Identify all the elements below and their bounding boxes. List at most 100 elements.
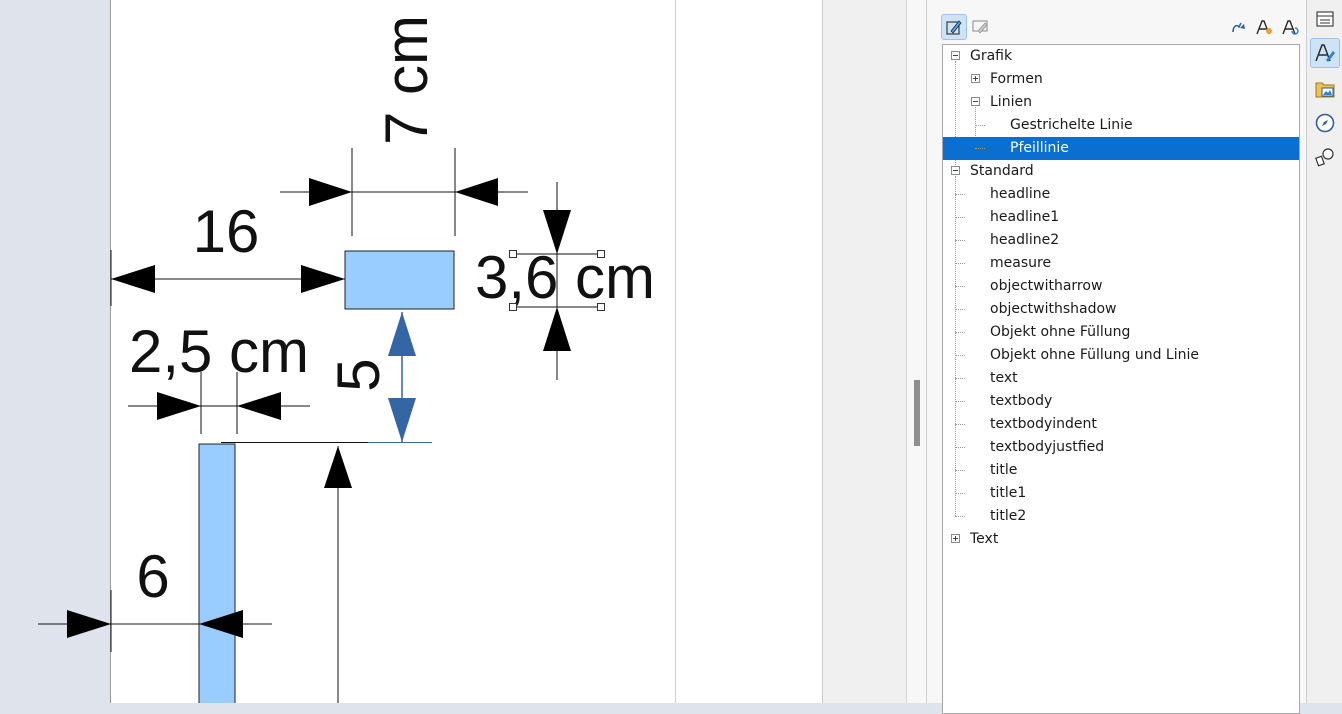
arrow-line[interactable]	[324, 446, 352, 703]
dimension-line-6[interactable]: 6	[38, 543, 272, 652]
styles-sidebar-panel: Grafik Formen Linien Gestrichelte Linie Pfei…	[926, 0, 1306, 714]
style-tree-item[interactable]: headline1	[943, 206, 1299, 229]
tree-connector	[955, 217, 965, 218]
style-tree-item-label: Formen	[990, 71, 1043, 87]
drawing-layer[interactable]: 7 cm 16 3,6 cm 2,5 cm 5 6	[0, 0, 822, 703]
dimension-label-2-5cm: 2,5 cm	[129, 318, 309, 385]
style-tree-item[interactable]: title	[943, 459, 1299, 482]
style-tree-item-label: textbodyjustfied	[990, 439, 1105, 455]
fill-format-mode-button[interactable]	[1225, 14, 1251, 40]
style-tree-item-label: headline2	[990, 232, 1060, 248]
dimension-line-3-6cm[interactable]: 3,6 cm	[475, 182, 655, 380]
style-tree-item-label: title	[990, 462, 1018, 478]
style-tree-item-label: textbody	[990, 393, 1053, 409]
style-tree-item[interactable]: measure	[943, 252, 1299, 275]
tree-connector	[955, 240, 965, 241]
tree-connector	[955, 424, 965, 425]
tree-connector	[955, 286, 965, 287]
splitter-grip[interactable]	[914, 380, 920, 446]
dimension-label-3-6cm: 3,6 cm	[475, 244, 655, 311]
new-style-from-selection-button[interactable]	[1251, 14, 1277, 40]
shapes-icon	[1315, 148, 1334, 167]
tree-connector	[955, 309, 965, 310]
styles-icon	[1315, 44, 1335, 62]
style-tree-item-label: title2	[990, 508, 1027, 524]
gallery-icon	[1315, 82, 1335, 98]
style-tree-item-label: Pfeillinie	[1010, 140, 1069, 156]
style-tree-item[interactable]: Text	[943, 528, 1299, 551]
style-tree-item-label: Text	[970, 531, 999, 547]
tree-connector	[955, 332, 965, 333]
tree-connector	[955, 493, 965, 494]
tree-connector	[955, 447, 965, 448]
navigator-icon	[1315, 113, 1335, 133]
style-tree-item[interactable]: textbodyindent	[943, 413, 1299, 436]
style-tree-item[interactable]: objectwitharrow	[943, 275, 1299, 298]
dimension-line-7cm[interactable]: 7 cm	[280, 15, 528, 236]
style-tree-item[interactable]: text	[943, 367, 1299, 390]
dimension-line-16[interactable]: 16	[110, 198, 345, 306]
style-tree-item[interactable]: headline2	[943, 229, 1299, 252]
style-tree-item[interactable]: title1	[943, 482, 1299, 505]
selection-handle[interactable]	[509, 250, 517, 258]
drawing-styles-button[interactable]	[941, 14, 967, 40]
drawing-styles-icon	[946, 20, 962, 35]
tree-connector	[955, 401, 965, 402]
tree-connector	[955, 194, 965, 195]
style-tree-item-label: Objekt ohne Füllung	[990, 324, 1131, 340]
expand-plus-icon[interactable]	[971, 74, 980, 83]
tree-connector	[975, 125, 985, 126]
style-tree-item[interactable]: Objekt ohne Füllung und Linie	[943, 344, 1299, 367]
style-tree-item[interactable]: objectwithshadow	[943, 298, 1299, 321]
collapse-minus-icon[interactable]	[951, 166, 960, 175]
style-tree-item[interactable]: Pfeillinie	[943, 137, 1299, 160]
properties-deck-button[interactable]	[1310, 4, 1340, 34]
style-tree-item-label: headline	[990, 186, 1051, 202]
style-tree-item[interactable]: headline	[943, 183, 1299, 206]
tree-connector	[955, 263, 965, 264]
vertical-bar-shape[interactable]	[198, 443, 236, 703]
dimension-line-2-5cm[interactable]: 2,5 cm	[128, 318, 310, 434]
collapse-minus-icon[interactable]	[951, 51, 960, 60]
update-style-icon	[1282, 20, 1299, 35]
styles-tree[interactable]: Grafik Formen Linien Gestrichelte Linie Pfei…	[942, 44, 1300, 714]
style-tree-item-label: headline1	[990, 209, 1060, 225]
shapes-deck-button[interactable]	[1310, 142, 1340, 172]
style-tree-item-label: Grafik	[970, 48, 1013, 64]
style-tree-item[interactable]: Formen	[943, 68, 1299, 91]
presentation-styles-button[interactable]	[967, 14, 993, 40]
properties-icon	[1316, 11, 1334, 27]
selection-handle[interactable]	[597, 303, 605, 311]
style-tree-item-label: Gestrichelte Linie	[1010, 117, 1133, 133]
sidebar-tab-bar	[1306, 0, 1342, 703]
style-tree-item-label: title1	[990, 485, 1027, 501]
style-tree-item[interactable]: Standard	[943, 160, 1299, 183]
navigator-deck-button[interactable]	[1310, 108, 1340, 138]
collapse-minus-icon[interactable]	[971, 97, 980, 106]
style-tree-item[interactable]: Grafik	[943, 45, 1299, 68]
selection-handle[interactable]	[509, 303, 517, 311]
sidebar-splitter[interactable]	[906, 0, 926, 703]
tree-connector	[955, 470, 965, 471]
style-tree-item[interactable]: Objekt ohne Füllung	[943, 321, 1299, 344]
tree-connector	[955, 516, 965, 517]
dimension-label-7cm: 7 cm	[373, 15, 440, 145]
style-tree-item-label: objectwithshadow	[990, 301, 1117, 317]
style-tree-item[interactable]: Gestrichelte Linie	[943, 114, 1299, 137]
style-tree-item[interactable]: Linien	[943, 91, 1299, 114]
new-style-from-selection-icon	[1256, 20, 1272, 35]
drawing-canvas[interactable]: 7 cm 16 3,6 cm 2,5 cm 5 6	[0, 0, 822, 703]
fill-format-mode-icon	[1232, 22, 1245, 33]
update-style-button[interactable]	[1277, 14, 1303, 40]
rectangle-shape[interactable]	[344, 250, 455, 310]
selection-handle[interactable]	[597, 250, 605, 258]
expand-plus-icon[interactable]	[951, 534, 960, 543]
styles-deck-button[interactable]	[1310, 38, 1340, 68]
dimension-label-16: 16	[193, 198, 260, 265]
gallery-deck-button[interactable]	[1310, 74, 1340, 104]
style-tree-item[interactable]: textbodyjustfied	[943, 436, 1299, 459]
style-tree-item[interactable]: title2	[943, 505, 1299, 528]
style-tree-item-label: text	[990, 370, 1018, 386]
dimension-label-5: 5	[325, 358, 392, 391]
style-tree-item[interactable]: textbody	[943, 390, 1299, 413]
